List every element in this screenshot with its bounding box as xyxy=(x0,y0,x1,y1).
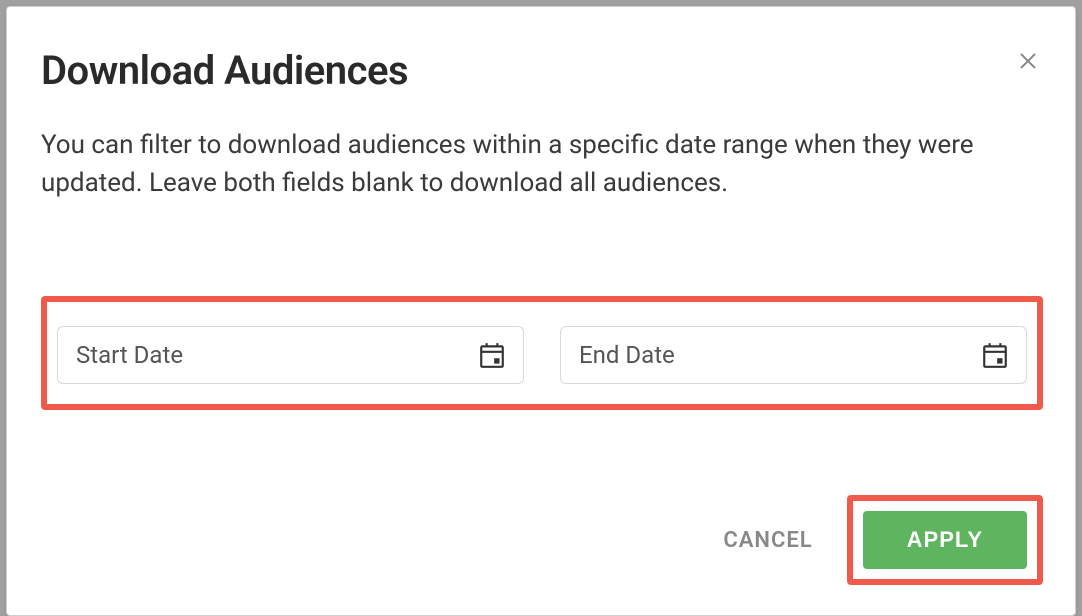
close-icon xyxy=(1017,46,1039,79)
date-range-section: Start Date End Date xyxy=(41,296,1043,410)
cancel-button[interactable]: CANCEL xyxy=(719,514,816,567)
download-audiences-modal: Download Audiences You can filter to dow… xyxy=(6,6,1076,616)
calendar-icon xyxy=(479,341,505,369)
calendar-icon xyxy=(982,341,1008,369)
apply-button[interactable]: APPLY xyxy=(863,511,1027,569)
end-date-input[interactable]: End Date xyxy=(560,326,1027,384)
modal-description: You can filter to download audiences wit… xyxy=(41,127,1043,202)
modal-header: Download Audiences xyxy=(41,49,1043,93)
start-date-placeholder: Start Date xyxy=(76,341,183,369)
end-date-placeholder: End Date xyxy=(579,341,675,369)
modal-title: Download Audiences xyxy=(41,49,408,93)
close-button[interactable] xyxy=(1013,45,1043,81)
start-date-input[interactable]: Start Date xyxy=(57,326,524,384)
modal-footer: CANCEL APPLY xyxy=(719,495,1043,585)
apply-button-highlight: APPLY xyxy=(847,495,1043,585)
